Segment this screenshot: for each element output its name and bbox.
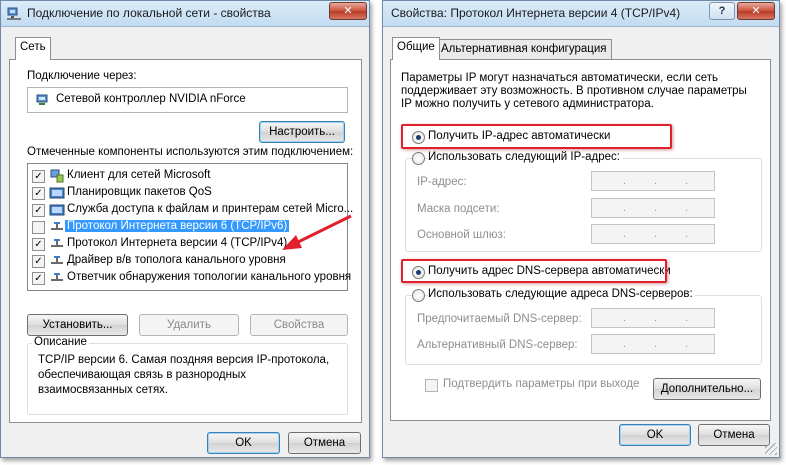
annotation-highlight-ip-auto: [401, 124, 672, 149]
component-row[interactable]: ✓ Ответчик обнаружения топологии канальн…: [28, 270, 351, 287]
ip-manual-label[interactable]: Использовать следующий IP-адрес:: [428, 151, 622, 163]
component-checkbox[interactable]: ✓: [32, 272, 45, 285]
uninstall-button[interactable]: Удалить: [139, 314, 239, 336]
description-line: взаимосвязанных сетях.: [38, 384, 169, 396]
general-tab-panel: Параметры IP могут назначаться автоматич…: [390, 59, 771, 421]
intro-line: поддерживает эту возможность. В противно…: [401, 85, 747, 97]
intro-line: IP можно получить у сетевого администрат…: [401, 98, 654, 110]
component-checkbox[interactable]: ✓: [32, 255, 45, 268]
description-line: TCP/IP версии 6. Самая поздняя версия IP…: [38, 354, 330, 366]
resize-grip[interactable]: [765, 443, 777, 455]
components-label: Отмеченные компоненты используются этим …: [27, 146, 354, 158]
tab-general[interactable]: Общие: [392, 37, 440, 60]
description-group: Описание TCP/IP версии 6. Самая поздняя …: [27, 336, 348, 415]
manual-dns-group: [405, 295, 762, 365]
properties-button[interactable]: Свойства: [250, 314, 348, 336]
ip-address-field[interactable]: ...: [591, 171, 715, 191]
service-icon: [49, 187, 65, 199]
ok-button[interactable]: OK: [619, 424, 691, 446]
component-checkbox[interactable]: ✓: [32, 204, 45, 217]
description-title: Описание: [32, 336, 89, 348]
network-icon: [7, 7, 21, 20]
advanced-button[interactable]: Дополнительно...: [653, 378, 761, 400]
window-title: Свойства: Протокол Интернета версии 4 (T…: [391, 6, 681, 20]
close-button[interactable]: ✕: [737, 2, 775, 20]
protocol-icon: [51, 256, 63, 264]
ip-manual-radio[interactable]: [412, 152, 425, 165]
component-checkbox[interactable]: [32, 221, 45, 234]
component-row[interactable]: ✓ Драйвер в/в тополога канального уровня: [28, 253, 347, 270]
window-title: Подключение по локальной сети - свойства: [27, 6, 271, 20]
ip-address-label: IP-адрес:: [417, 176, 467, 188]
annotation-highlight-dns-auto: [401, 259, 667, 283]
install-button[interactable]: Установить...: [27, 314, 128, 336]
component-checkbox[interactable]: ✓: [32, 170, 45, 183]
component-label: Протокол Интернета версии 4 (TCP/IPv4): [67, 237, 288, 249]
description-line: обеспечивающая связь в разнородных: [38, 369, 246, 381]
validate-on-exit-label: Подтвердить параметры при выходе: [443, 378, 640, 390]
preferred-dns-label: Предпочитаемый DNS-сервер:: [417, 313, 582, 325]
gateway-label: Основной шлюз:: [417, 229, 506, 241]
close-button[interactable]: ✕: [329, 2, 367, 20]
dns-manual-label[interactable]: Использовать следующие адреса DNS-сервер…: [428, 288, 695, 300]
annotation-arrow: [282, 214, 352, 250]
component-row[interactable]: ✓ Планировщик пакетов QoS: [28, 185, 347, 202]
protocol-icon: [51, 222, 63, 230]
adapter-name: Сетевой контроллер NVIDIA nForce: [56, 93, 246, 105]
ipv4-properties-titlebar[interactable]: Свойства: Протокол Интернета версии 4 (T…: [383, 1, 779, 27]
protocol-icon: [51, 239, 63, 247]
adapter-field: Сетевой контроллер NVIDIA nForce: [27, 87, 348, 113]
component-label: Драйвер в/в тополога канального уровня: [67, 254, 286, 266]
alternate-dns-field[interactable]: ...: [591, 334, 715, 354]
component-checkbox[interactable]: ✓: [32, 187, 45, 200]
tab-network[interactable]: Сеть: [15, 37, 51, 60]
subnet-mask-label: Маска подсети:: [417, 203, 500, 215]
cancel-button[interactable]: Отмена: [698, 424, 770, 446]
component-label: Ответчик обнаружения топологии канальног…: [67, 271, 352, 283]
dns-manual-radio[interactable]: [412, 289, 425, 302]
service-icon: [49, 204, 65, 216]
ok-button[interactable]: OK: [207, 432, 280, 454]
component-label: Клиент для сетей Microsoft: [67, 169, 211, 181]
component-label: Планировщик пакетов QoS: [67, 186, 212, 198]
validate-on-exit-checkbox[interactable]: [425, 379, 438, 392]
connect-using-label: Подключение через:: [27, 70, 137, 82]
gateway-field[interactable]: ...: [591, 224, 715, 244]
cancel-button[interactable]: Отмена: [288, 432, 361, 454]
preferred-dns-field[interactable]: ...: [591, 308, 715, 328]
lan-properties-titlebar[interactable]: Подключение по локальной сети - свойства…: [1, 1, 369, 27]
component-row[interactable]: ✓ Клиент для сетей Microsoft: [28, 168, 347, 185]
configure-button[interactable]: Настроить...: [259, 121, 345, 143]
intro-line: Параметры IP могут назначаться автоматич…: [401, 72, 719, 84]
network-adapter-icon: [36, 94, 48, 105]
component-label-selected: Протокол Интернета версии 6 (TCP/IPv6): [65, 220, 290, 232]
protocol-icon: [51, 273, 63, 281]
ipv4-properties-window: Свойства: Протокол Интернета версии 4 (T…: [382, 0, 780, 458]
help-button[interactable]: ?: [709, 2, 735, 20]
client-icon: [50, 169, 64, 183]
component-checkbox[interactable]: ✓: [32, 238, 45, 251]
alternate-dns-label: Альтернативный DNS-сервер:: [417, 339, 578, 351]
subnet-mask-field[interactable]: ...: [591, 198, 715, 218]
tab-alternate-config[interactable]: Альтернативная конфигурация: [436, 39, 612, 60]
